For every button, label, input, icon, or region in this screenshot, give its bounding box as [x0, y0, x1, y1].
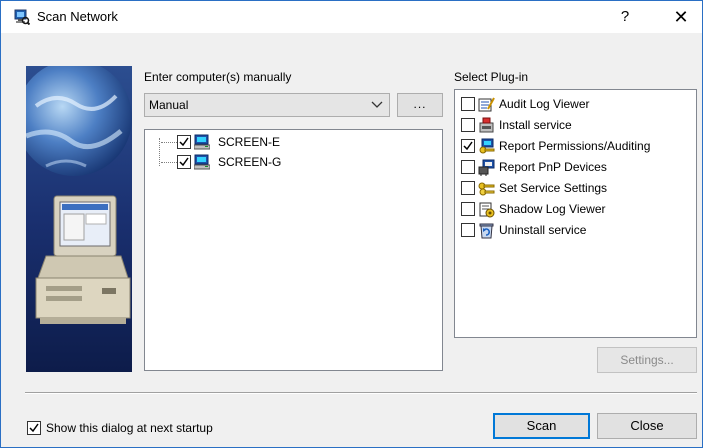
plugin-name: Set Service Settings — [499, 181, 608, 195]
scan-network-icon — [14, 9, 30, 25]
help-button[interactable]: ? — [605, 1, 645, 33]
checkmark-icon — [29, 423, 39, 433]
plugin-checkbox[interactable] — [461, 139, 475, 153]
plugins-label: Select Plug-in — [454, 70, 529, 84]
scan-network-dialog: Scan Network ? ✕ Enter computer(s) manua… — [0, 0, 703, 448]
checkmark-icon — [179, 137, 189, 147]
plugin-name: Audit Log Viewer — [499, 97, 590, 111]
computer-name: SCREEN-G — [218, 155, 282, 169]
uninstall-icon — [479, 223, 494, 239]
checkmark-icon — [179, 157, 189, 167]
plugin-list[interactable]: Audit Log Viewer Install service Report … — [454, 89, 697, 338]
settings-button[interactable]: Settings... — [597, 347, 697, 373]
plugin-item-shadow-log-viewer[interactable]: Shadow Log Viewer — [460, 199, 698, 220]
plugin-item-report-permissions[interactable]: Report Permissions/Auditing — [460, 136, 698, 157]
plugin-item-set-service-settings[interactable]: Set Service Settings — [460, 178, 698, 199]
plugin-name: Uninstall service — [499, 223, 587, 237]
combo-value: Manual — [149, 98, 189, 112]
plugin-name: Report PnP Devices — [499, 160, 607, 174]
plugin-item-audit-log-viewer[interactable]: Audit Log Viewer — [460, 94, 698, 115]
computers-label: Enter computer(s) manually — [144, 70, 292, 84]
plugin-item-report-pnp-devices[interactable]: Report PnP Devices — [460, 157, 698, 178]
show-at-startup-label[interactable]: Show this dialog at next startup — [46, 421, 213, 435]
notepad-icon — [478, 97, 495, 112]
tree-connector — [159, 138, 160, 166]
tree-item-screen-e[interactable]: SCREEN-E — [161, 132, 431, 152]
plugin-checkbox[interactable] — [461, 223, 475, 237]
close-button[interactable]: Close — [597, 413, 697, 439]
plugin-name: Install service — [499, 118, 572, 132]
pnp-devices-icon — [478, 159, 495, 176]
computer-icon — [194, 134, 210, 150]
chevron-down-icon — [371, 101, 383, 108]
plugin-checkbox[interactable] — [461, 181, 475, 195]
plugin-checkbox[interactable] — [461, 160, 475, 174]
computer-source-combo[interactable]: Manual — [144, 93, 390, 117]
title-bar[interactable]: Scan Network ? ✕ — [1, 1, 702, 33]
checkmark-icon — [463, 141, 473, 151]
tree-connector — [161, 162, 177, 163]
window-title: Scan Network — [37, 9, 118, 24]
computer-name: SCREEN-E — [218, 135, 281, 149]
shadow-log-icon — [479, 202, 495, 218]
computer-tree[interactable]: SCREEN-E SCREEN-G — [144, 129, 443, 371]
install-icon — [479, 117, 494, 133]
plugin-checkbox[interactable] — [461, 97, 475, 111]
show-at-startup-checkbox[interactable] — [27, 421, 41, 435]
plugin-checkbox[interactable] — [461, 202, 475, 216]
plugin-checkbox[interactable] — [461, 118, 475, 132]
footer-separator — [25, 392, 697, 394]
network-computer-illustration — [26, 66, 132, 372]
window-close-button[interactable]: ✕ — [661, 1, 701, 33]
keys-icon — [478, 182, 495, 196]
computer-icon — [194, 154, 210, 170]
key-report-icon — [479, 138, 495, 154]
plugin-item-uninstall-service[interactable]: Uninstall service — [460, 220, 698, 241]
tree-item-screen-g[interactable]: SCREEN-G — [161, 152, 431, 172]
tree-item-checkbox[interactable] — [177, 155, 191, 169]
browse-button[interactable]: ... — [397, 93, 443, 117]
plugin-item-install-service[interactable]: Install service — [460, 115, 698, 136]
plugin-name: Shadow Log Viewer — [499, 202, 606, 216]
scan-button[interactable]: Scan — [493, 413, 590, 439]
plugin-name: Report Permissions/Auditing — [499, 139, 651, 153]
tree-connector — [161, 142, 177, 143]
tree-item-checkbox[interactable] — [177, 135, 191, 149]
